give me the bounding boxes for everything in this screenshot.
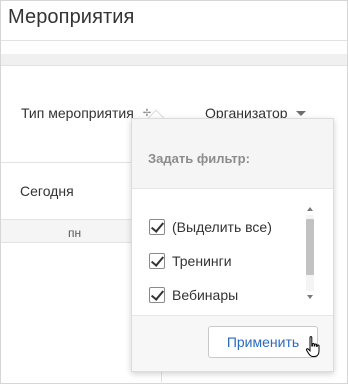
scroll-down-icon[interactable] [307,295,313,299]
option-label: Тренинги [172,253,232,269]
option-trainings[interactable]: Тренинги [149,253,232,269]
list-scrollbar[interactable] [304,205,316,305]
scroll-thumb[interactable] [306,219,314,275]
popup-header: Задать фильтр: [132,119,333,189]
option-label: (Выделить все) [172,219,272,235]
option-select-all[interactable]: (Выделить все) [149,219,272,235]
hand-pointer-icon [305,336,320,357]
type-filter-label: Тип мероприятия [21,105,134,121]
checkbox[interactable] [149,219,165,235]
caret-down-icon[interactable] [295,110,306,116]
divider [1,40,347,41]
grid-line [161,372,162,384]
divider [1,162,131,163]
checkbox[interactable] [149,253,165,269]
day-label-monday: пн [68,226,82,240]
option-webinars[interactable]: Вебинары [149,287,238,303]
apply-button[interactable]: Применить [208,326,318,358]
today-button[interactable]: Сегодня [20,183,74,199]
toolbar-band [1,54,347,66]
popup-footer: Применить [132,315,333,371]
page-title: Мероприятия [8,6,135,28]
option-label: Вебинары [172,287,239,303]
filter-popup: Задать фильтр: (Выделить все) Тренинги В… [131,118,334,372]
scroll-up-icon[interactable] [307,207,313,211]
checkbox[interactable] [149,287,165,303]
popup-title: Задать фильтр: [148,151,250,166]
day-header-row [1,219,131,243]
